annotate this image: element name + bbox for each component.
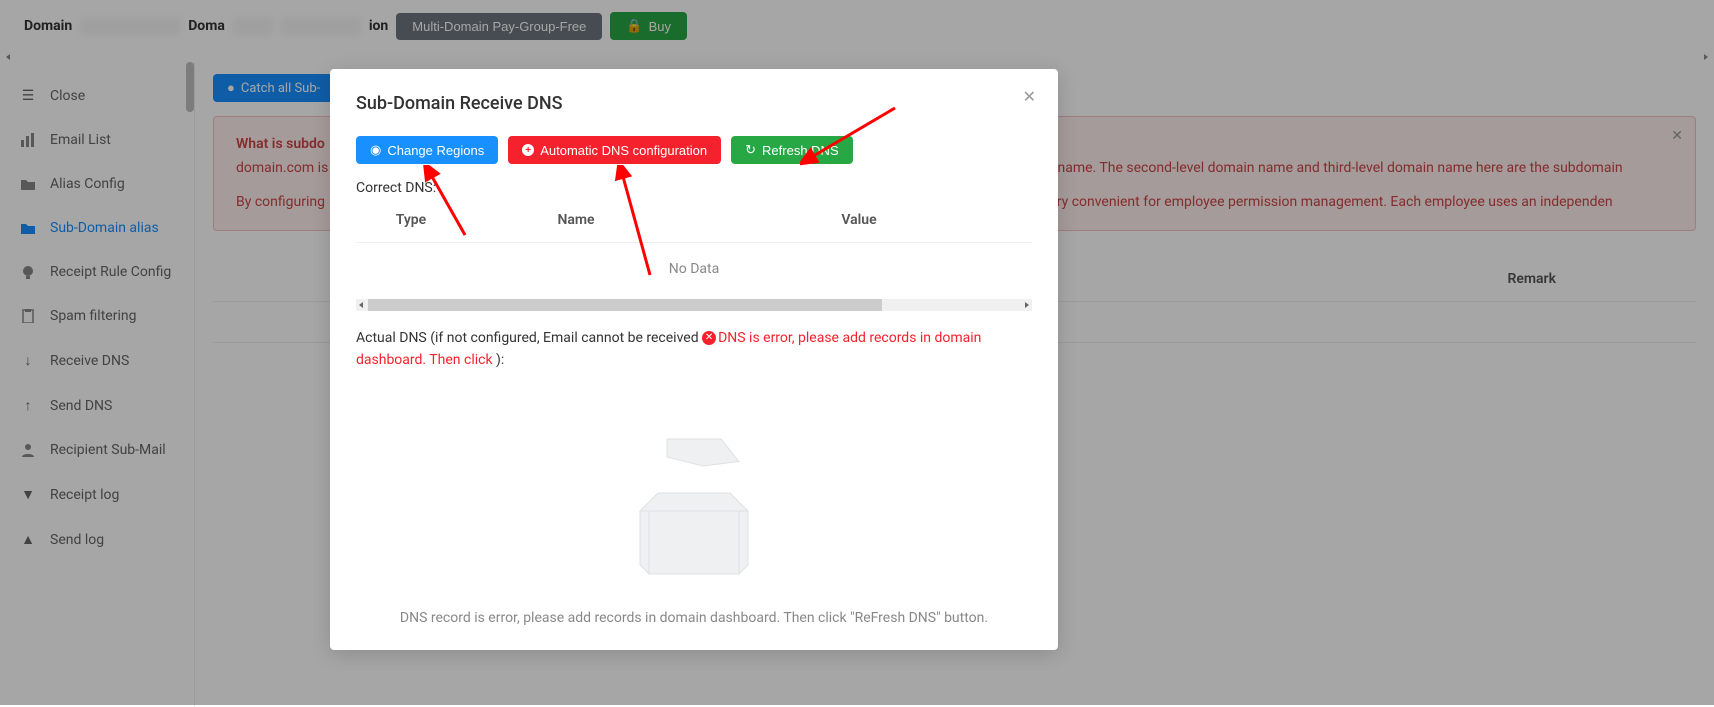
col-value: Value <box>686 212 1032 228</box>
no-data-cell: No Data <box>356 243 1032 295</box>
change-regions-button[interactable]: ◉ Change Regions <box>356 136 498 164</box>
empty-box-icon <box>604 412 784 592</box>
col-type: Type <box>356 212 466 228</box>
dns-modal: ✕ Sub-Domain Receive DNS ◉ Change Region… <box>330 69 1058 650</box>
empty-state-text: DNS record is error, please add records … <box>400 610 988 626</box>
modal-button-row: ◉ Change Regions + Automatic DNS configu… <box>356 136 1032 164</box>
plus-circle-icon: + <box>522 144 534 156</box>
auto-dns-button[interactable]: + Automatic DNS configuration <box>508 136 721 164</box>
modal-table-header: Type Name Value <box>356 212 1032 243</box>
modal-close-button[interactable]: ✕ <box>1023 87 1036 106</box>
auto-dns-label: Automatic DNS configuration <box>540 143 707 158</box>
location-icon: ◉ <box>370 142 381 158</box>
error-badge-icon: ✕ <box>702 331 716 345</box>
modal-title: Sub-Domain Receive DNS <box>356 93 1032 114</box>
table-h-scroll[interactable] <box>356 299 1032 311</box>
change-regions-label: Change Regions <box>387 143 484 158</box>
refresh-icon: ↻ <box>745 142 756 158</box>
refresh-dns-button[interactable]: ↻ Refresh DNS <box>731 136 852 164</box>
empty-state: DNS record is error, please add records … <box>356 412 1032 626</box>
actual-dns-text: Actual DNS (if not configured, Email can… <box>356 327 1032 372</box>
scroll-left-icon <box>359 302 363 308</box>
refresh-label: Refresh DNS <box>762 143 839 158</box>
scroll-right-icon <box>1025 302 1029 308</box>
correct-dns-label: Correct DNS: <box>356 180 1032 196</box>
scroll-thumb[interactable] <box>368 299 882 311</box>
col-name: Name <box>466 212 686 228</box>
